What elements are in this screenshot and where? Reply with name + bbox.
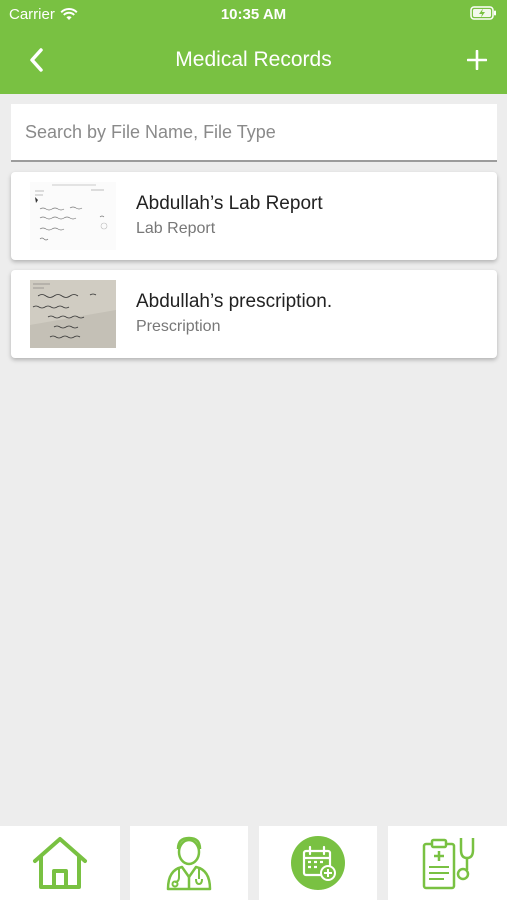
search-input[interactable]: [25, 104, 483, 160]
record-title: Abdullah’s Lab Report: [136, 193, 323, 214]
status-time: 10:35 AM: [220, 6, 287, 23]
record-type: Lab Report: [136, 220, 216, 237]
record-card[interactable]: Abdullah’s Lab Report Lab Report: [11, 172, 497, 260]
record-card[interactable]: Abdullah’s prescription. Prescription: [11, 270, 497, 358]
tab-appointments[interactable]: [259, 826, 377, 900]
record-thumbnail: [30, 182, 116, 250]
page-title: Medical Records: [175, 48, 332, 71]
record-thumbnail: [30, 280, 116, 348]
record-type: Prescription: [136, 318, 221, 335]
tab-home[interactable]: [0, 826, 120, 900]
search-bar: [11, 104, 497, 162]
bottom-tab-bar: [0, 826, 507, 900]
doctor-icon: [166, 836, 212, 891]
status-bar: Carrier 10:35 AM: [0, 0, 507, 28]
tab-medical-records[interactable]: [388, 826, 507, 900]
plus-icon: [467, 50, 487, 70]
add-record-button[interactable]: [465, 45, 489, 75]
calendar-add-icon: [291, 836, 345, 890]
record-title: Abdullah’s prescription.: [136, 291, 333, 312]
tab-doctors[interactable]: [130, 826, 248, 900]
home-icon: [33, 837, 87, 889]
battery-charging-icon: [470, 6, 496, 20]
clipboard-stethoscope-icon: [422, 838, 474, 890]
app-header: Carrier 10:35 AM Medical Records: [0, 0, 507, 94]
